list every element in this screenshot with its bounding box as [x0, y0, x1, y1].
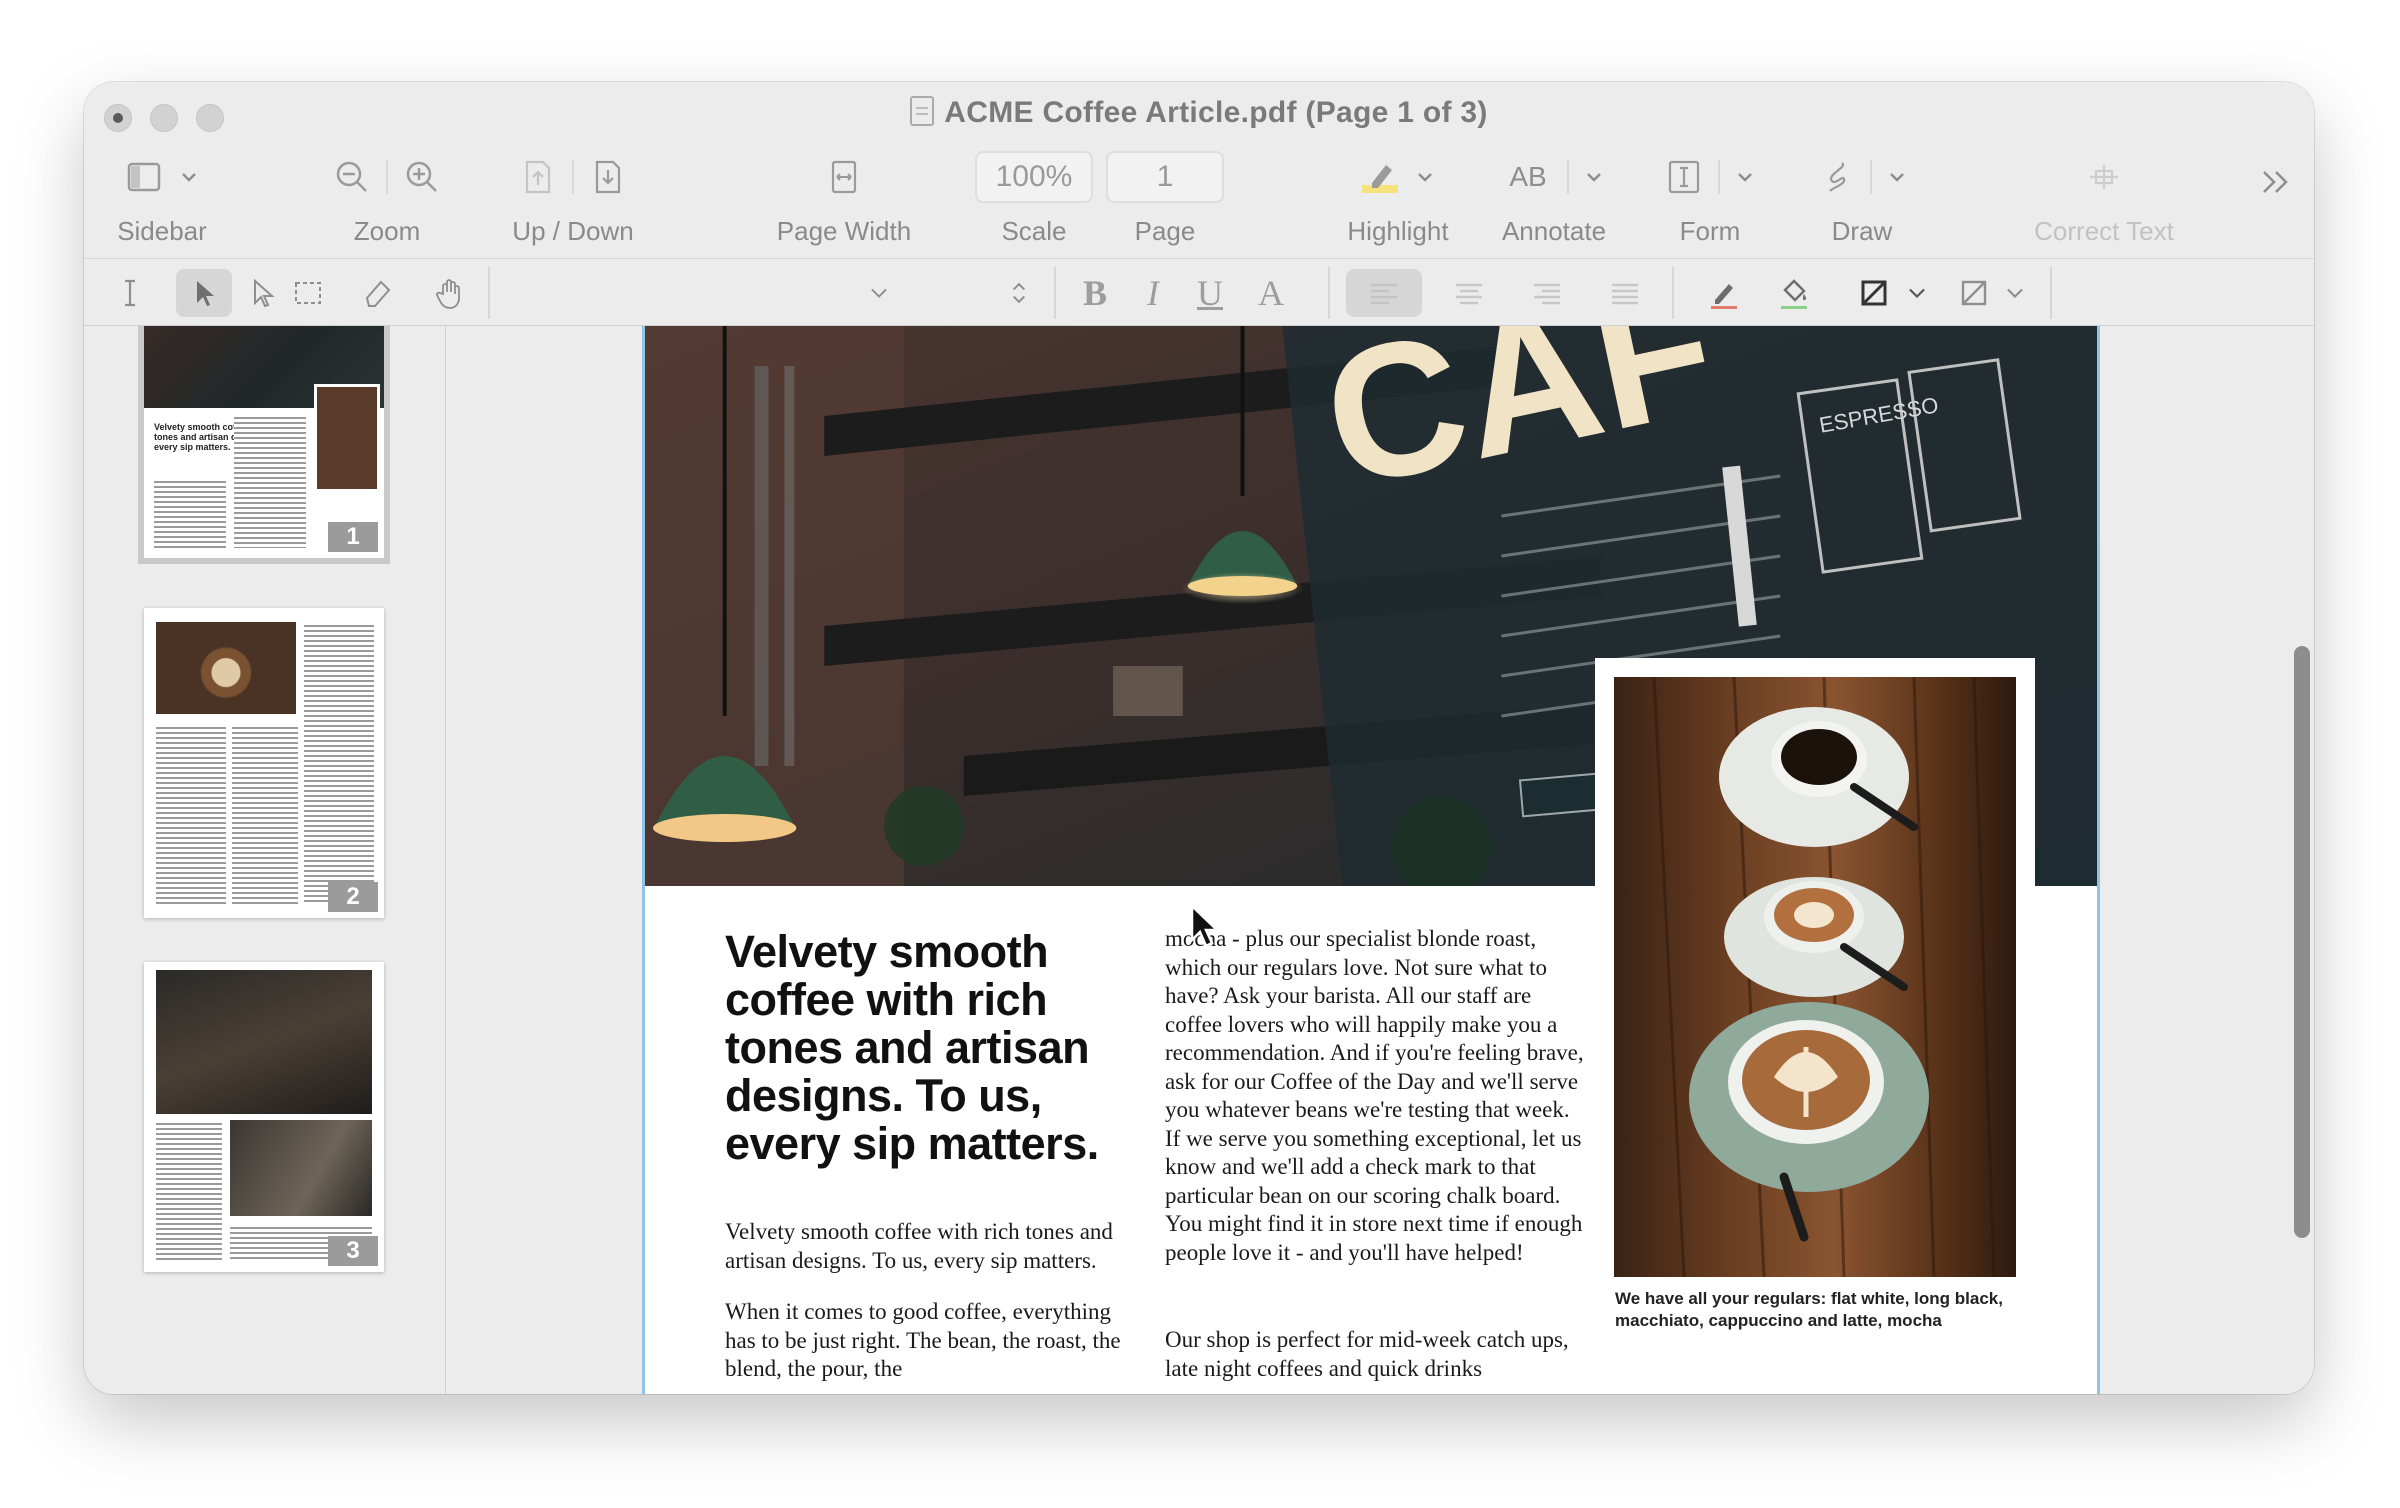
page-down-icon[interactable]	[588, 157, 628, 197]
draw-label: Draw	[1831, 216, 1893, 246]
align-left-icon[interactable]	[1346, 269, 1422, 317]
page-number-badge: 1	[328, 522, 378, 552]
zoom-label: Zoom	[353, 216, 421, 246]
page-up-icon[interactable]	[518, 157, 558, 197]
toolbar-overflow-icon[interactable]	[2256, 162, 2296, 202]
scale-field[interactable]: 100%	[975, 151, 1093, 203]
up-down-group: Up / Down	[508, 148, 638, 248]
hand-tool-icon[interactable]	[430, 269, 470, 317]
chevron-down-icon[interactable]	[1583, 166, 1605, 188]
sidebar-icon[interactable]	[124, 157, 164, 197]
sidebar-label: Sidebar	[117, 216, 207, 246]
draw-separator	[1870, 160, 1872, 194]
updown-separator	[572, 160, 574, 194]
page-label: Page	[1134, 216, 1196, 246]
text-select-tool-icon[interactable]	[110, 269, 150, 317]
thumb-text-lines	[232, 724, 298, 904]
page-number-badge: 2	[328, 882, 378, 912]
form-separator	[1718, 160, 1720, 194]
page-number-badge: 3	[328, 1236, 378, 1266]
thumb-text-lines	[156, 724, 226, 904]
chevron-down-icon[interactable]	[1886, 166, 1908, 188]
form-field-icon[interactable]	[1664, 157, 1704, 197]
annotate-separator	[1567, 160, 1569, 194]
thumb-text-lines	[234, 414, 306, 548]
italic-button[interactable]: I	[1130, 269, 1176, 317]
align-justify-icon[interactable]	[1602, 269, 1648, 317]
draw-squiggle-icon[interactable]	[1816, 157, 1856, 197]
pdf-page-1[interactable]: CAF ESPRESSO We have all your regulars: …	[642, 326, 2100, 1394]
bold-button[interactable]: B	[1072, 269, 1118, 317]
marquee-select-tool-icon[interactable]	[288, 269, 328, 317]
pdf-document-icon	[910, 96, 935, 126]
zoom-out-icon[interactable]	[332, 157, 372, 197]
chevron-down-icon[interactable]	[1734, 166, 1756, 188]
toolbar-separator	[488, 267, 490, 319]
fill-bucket-icon[interactable]	[1770, 269, 1818, 317]
pencil-color-icon[interactable]	[1700, 269, 1748, 317]
underline-button[interactable]: U	[1184, 269, 1236, 317]
vertical-scrollbar[interactable]	[2294, 646, 2310, 1238]
window-title-text: ACME Coffee Article.pdf (Page 1 of 3)	[944, 96, 1488, 129]
coffee-cups-photo	[1614, 677, 2016, 1277]
thumb-text-lines	[304, 622, 374, 904]
titlebar: ACME Coffee Article.pdf (Page 1 of 3) Si…	[84, 82, 2314, 258]
toolbar-separator	[2050, 267, 2052, 319]
page-width-icon[interactable]	[824, 157, 864, 197]
text-style-button[interactable]: A	[1248, 269, 1294, 317]
article-intro-paragraph: Velvety smooth coffee with rich tones an…	[725, 1219, 1113, 1273]
thumb-text-lines	[154, 478, 226, 548]
page-thumbnail-1[interactable]: Velvety smooth coffee with rich tones an…	[138, 326, 390, 564]
zoom-separator	[386, 160, 388, 194]
thumb-espresso-machine-photo	[230, 1120, 372, 1216]
page-group: 1 Page	[1100, 148, 1230, 248]
article-headline: Velvety smooth coffee with rich tones an…	[725, 926, 1099, 1169]
align-right-icon[interactable]	[1524, 269, 1570, 317]
chevron-down-icon[interactable]	[1414, 166, 1436, 188]
page-thumbnail-2[interactable]: 2	[144, 608, 384, 918]
document-view[interactable]: CAF ESPRESSO We have all your regulars: …	[446, 326, 2314, 1394]
correct-text-icon[interactable]	[2084, 157, 2124, 197]
correct-text-group[interactable]: Correct Text	[2014, 148, 2194, 248]
align-center-icon[interactable]	[1446, 269, 1492, 317]
toolbar-separator	[1672, 267, 1674, 319]
thumb-coffee-photo	[314, 384, 380, 492]
chevron-down-icon[interactable]	[2000, 269, 2030, 317]
sidebar-toggle-group[interactable]: Sidebar	[112, 148, 212, 248]
coffee-cups-photo-frame	[1595, 658, 2035, 1278]
annotate-icon[interactable]: AB	[1503, 157, 1553, 197]
font-size-stepper-icon[interactable]	[1004, 269, 1034, 317]
page-number-field[interactable]: 1	[1106, 151, 1224, 203]
zoom-in-icon[interactable]	[402, 157, 442, 197]
thumb-barista-photo	[156, 970, 372, 1114]
pointer-tool-icon[interactable]	[176, 269, 232, 317]
eraser-tool-icon[interactable]	[358, 269, 398, 317]
draw-group[interactable]: Draw	[1792, 148, 1932, 248]
shape-style-icon[interactable]	[1954, 269, 1994, 317]
pdf-viewer-window: ACME Coffee Article.pdf (Page 1 of 3) Si…	[84, 82, 2314, 1394]
toolbar-separator	[1328, 267, 1330, 319]
secondary-toolbar: B I U A	[84, 258, 2314, 326]
chevron-down-icon[interactable]	[1902, 269, 1932, 317]
toolbar-separator	[1054, 267, 1056, 319]
page-thumbnail-3[interactable]: 3	[144, 962, 384, 1272]
window-title: ACME Coffee Article.pdf (Page 1 of 3)	[84, 96, 2314, 130]
object-select-tool-icon[interactable]	[242, 269, 282, 317]
thumb-latte-photo	[156, 622, 296, 714]
mouse-cursor-icon	[1190, 904, 1220, 948]
font-family-dropdown-icon[interactable]	[864, 269, 894, 317]
article-paragraph: Our shop is perfect for mid-week catch u…	[1165, 1327, 1569, 1381]
photo-caption: We have all your regulars: flat white, l…	[1615, 1289, 2003, 1330]
thumb-text-lines	[156, 1120, 222, 1262]
article-paragraph: When it comes to good coffee, everything…	[725, 1299, 1121, 1381]
correct-text-label: Correct Text	[2034, 216, 2174, 246]
border-style-icon[interactable]	[1854, 269, 1894, 317]
article-paragraph: mocha - plus our specialist blonde roast…	[1165, 926, 1584, 1265]
zoom-group: Zoom	[322, 148, 452, 248]
thumbnail-sidebar: Velvety smooth coffee with rich tones an…	[84, 326, 446, 1394]
updown-label: Up / Down	[512, 216, 634, 246]
chevron-down-icon[interactable]	[178, 166, 200, 188]
highlighter-icon[interactable]	[1360, 157, 1400, 197]
